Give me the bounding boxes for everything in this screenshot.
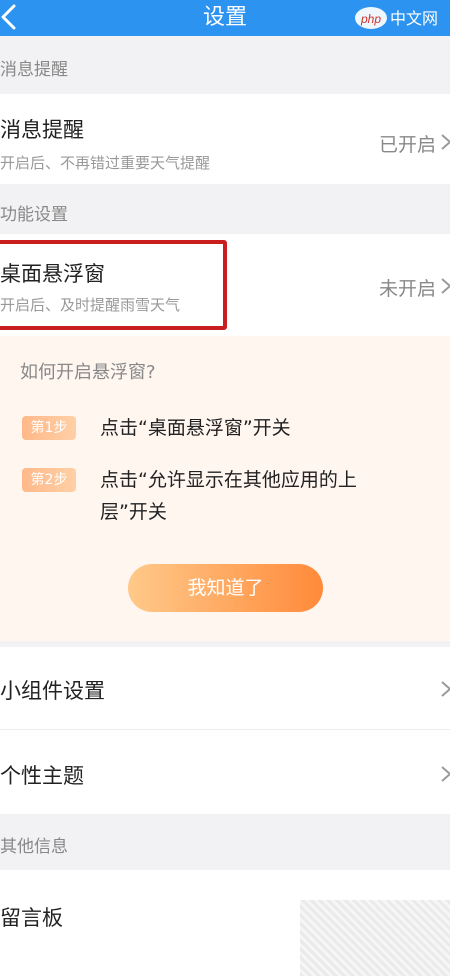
row-value: 已开启 — [378, 134, 436, 156]
guide-question: 如何开启悬浮窗? — [20, 362, 156, 383]
got-it-button[interactable]: 我知道了 — [128, 564, 323, 612]
section-header-other: 其他信息 — [0, 814, 450, 870]
row-label: 消息提醒 — [0, 118, 84, 142]
step-text-2-line-1: 点击“允许显示在其他应用的上 — [100, 469, 357, 491]
floating-window-guide-card: 如何开启悬浮窗? 第1步 点击“桌面悬浮窗”开关 第2步 点击“允许显示在其他应… — [0, 336, 450, 641]
section-header-features: 功能设置 — [0, 184, 450, 234]
row-label: 小组件设置 — [0, 679, 105, 703]
setting-row-notifications[interactable]: 消息提醒 开启后、不再错过重要天气提醒 已开启 — [0, 94, 450, 184]
step-text-1: 点击“桌面悬浮窗”开关 — [100, 417, 291, 439]
section-title: 其他信息 — [0, 837, 68, 857]
setting-row-theme[interactable]: 个性主题 — [0, 730, 450, 814]
row-value: 未开启 — [378, 278, 436, 300]
highlight-box — [0, 240, 227, 330]
section-title: 功能设置 — [0, 205, 68, 225]
row-label: 留言板 — [0, 906, 63, 930]
chevron-right-icon — [441, 681, 450, 697]
step-badge-1: 第1步 — [22, 416, 76, 440]
chevron-right-icon — [441, 278, 450, 294]
watermark-logo: php 中文网 — [355, 7, 438, 29]
setting-row-widget[interactable]: 小组件设置 — [0, 647, 450, 729]
svg-text:中文网: 中文网 — [390, 9, 438, 28]
row-subtitle: 开启后、不再错过重要天气提醒 — [0, 154, 211, 172]
step-text-2-line-2: 层”开关 — [100, 501, 167, 523]
section-header-notifications: 消息提醒 — [0, 36, 450, 94]
svg-text:php: php — [360, 12, 381, 26]
row-label: 个性主题 — [0, 764, 84, 788]
step-badge-2: 第2步 — [22, 468, 76, 492]
section-title: 消息提醒 — [0, 60, 68, 80]
blurred-region — [300, 900, 450, 976]
chevron-right-icon — [441, 766, 450, 782]
chevron-right-icon — [441, 134, 450, 150]
top-bar: 设置 php 中文网 — [0, 0, 450, 36]
